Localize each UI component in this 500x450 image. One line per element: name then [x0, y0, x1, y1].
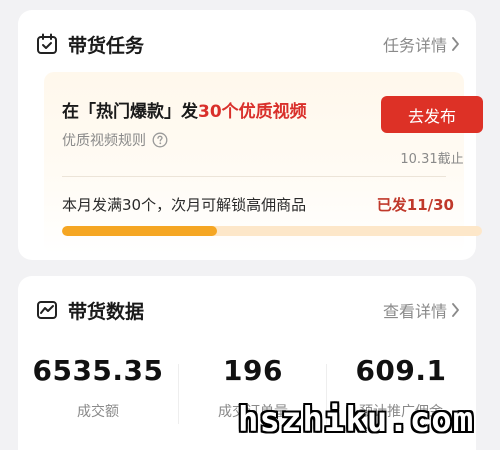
question-circle-icon: [152, 132, 168, 148]
chevron-right-icon: [452, 37, 459, 51]
task-details-link[interactable]: 任务详情: [383, 32, 460, 56]
quality-video-rules-link[interactable]: 优质视频规则: [62, 130, 168, 150]
task-card-header: 带货任务 任务详情: [36, 30, 460, 58]
chevron-right-icon: [452, 303, 459, 317]
metric-value: 609.1: [355, 354, 447, 387]
task-headline-prefix: 在「热门爆款」发: [62, 102, 198, 122]
rules-label: 优质视频规则: [62, 133, 146, 149]
data-card-header: 带货数据 查看详情: [36, 296, 460, 324]
sent-count: 已发11/30: [376, 196, 454, 214]
line-chart-icon: [36, 299, 58, 321]
metric-label: 成交额: [77, 404, 119, 420]
calendar-check-icon: [36, 33, 58, 55]
deadline-text: 10.31截止: [400, 152, 464, 167]
task-headline-highlight: 30个优质视频: [198, 102, 307, 122]
progress-bar: [62, 226, 482, 236]
data-card-title: 带货数据: [68, 300, 145, 323]
task-headline: 在「热门爆款」发30个优质视频: [62, 97, 307, 122]
monthly-goal-text: 本月发满30个，次月可解锁高佣商品: [62, 196, 307, 214]
metric-gmv[interactable]: 6535.35 成交额: [23, 354, 173, 421]
task-card-title: 带货任务: [68, 34, 145, 57]
task-details-label: 任务详情: [382, 36, 447, 55]
task-panel: 在「热门爆款」发30个优质视频 优质视频规则 去发布 10.31截止 本月发满3…: [44, 72, 483, 254]
site-watermark: hszhiku.com: [238, 400, 475, 440]
publish-button[interactable]: 去发布: [381, 96, 483, 133]
metric-value: 196: [223, 354, 283, 387]
data-details-label: 查看详情: [382, 302, 447, 321]
progress-fill: [62, 226, 218, 236]
task-card: 带货任务 任务详情 在「热门爆款」发30个优质视频 优质视频规则 去发布 10.…: [18, 10, 483, 260]
metric-value: 6535.35: [32, 354, 164, 387]
divider: [62, 176, 446, 177]
data-details-link[interactable]: 查看详情: [383, 298, 460, 322]
